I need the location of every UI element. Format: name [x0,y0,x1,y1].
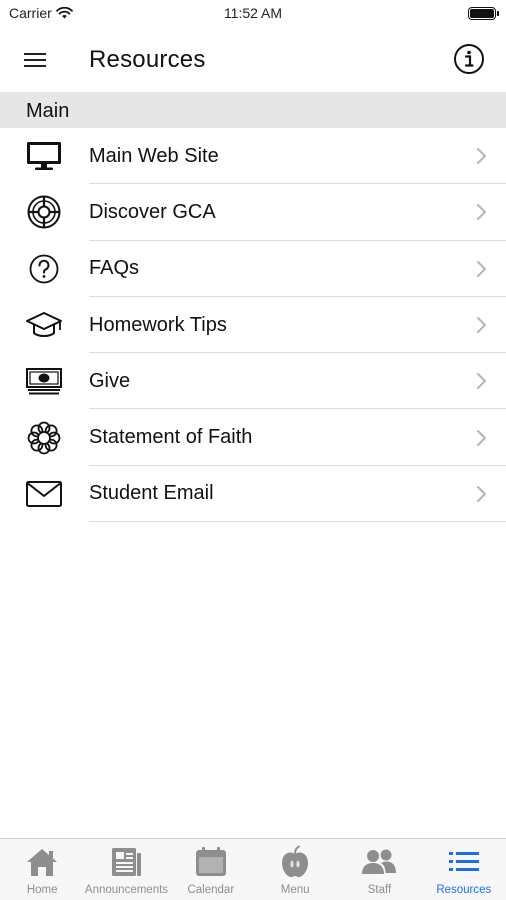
tab-label: Calendar [187,884,235,896]
section-title: Main [26,100,70,122]
monitor-icon [24,138,64,174]
list-item-label: Discover GCA [89,200,216,223]
row-divider [89,521,506,523]
tab-label: Resources [436,884,492,896]
chevron-right-icon [477,204,486,221]
apple-icon [277,845,313,879]
list-item-homework-tips[interactable]: Homework Tips [0,297,506,354]
list-item-give[interactable]: Give [0,353,506,410]
list-item-label: Give [89,369,131,392]
tab-label: Staff [367,884,392,896]
chevron-right-icon [477,317,486,334]
newspaper-icon [108,845,144,879]
list-item-label: Main Web Site [89,144,219,167]
chevron-right-icon [477,373,486,390]
tab-label: Announcements [84,884,169,896]
lifebuoy-icon [24,194,64,230]
tab-label: Home [26,884,58,896]
envelope-icon [24,476,64,512]
tab-resources[interactable]: Resources [422,839,506,900]
info-icon [454,44,484,74]
tab-home[interactable]: Home [0,839,84,900]
list-item-label: Homework Tips [89,313,227,336]
list-item-label: Student Email [89,482,214,505]
status-time: 11:52 AM [223,5,283,21]
people-icon [361,845,397,879]
list-item-label: FAQs [89,257,140,280]
chevron-right-icon [477,148,486,165]
list-item-statement-of-faith[interactable]: Statement of Faith [0,409,506,466]
tab-announcements[interactable]: Announcements [84,839,168,900]
home-icon [24,845,60,879]
tab-bar: Home Announcements Calendar Menu Staff R… [0,838,506,900]
question-circle-icon [24,251,64,287]
status-bar: Carrier 11:52 AM [0,0,506,28]
menu-button[interactable] [18,46,52,74]
list-item-label: Statement of Faith [89,426,253,449]
navigation-bar: Resources [0,28,506,92]
tab-label: Menu [280,884,310,896]
tab-calendar[interactable]: Calendar [169,839,253,900]
list-icon [446,845,482,879]
list-item-faqs[interactable]: FAQs [0,241,506,297]
battery-icon [468,7,499,20]
money-icon [24,363,64,399]
calendar-icon [193,845,229,879]
resource-list: Main Web Site Discover GCA FAQs Homework… [0,128,506,523]
flower-icon [24,420,64,456]
chevron-right-icon [477,260,486,277]
hamburger-menu-icon [24,53,46,67]
tab-menu[interactable]: Menu [253,839,337,900]
info-button[interactable] [452,42,486,76]
list-item-discover-gca[interactable]: Discover GCA [0,184,506,241]
section-header: Main [0,92,506,128]
chevron-right-icon [477,485,486,502]
list-item-main-web-site[interactable]: Main Web Site [0,128,506,185]
list-item-student-email[interactable]: Student Email [0,466,506,523]
tab-staff[interactable]: Staff [337,839,421,900]
graduation-cap-icon [24,307,64,343]
chevron-right-icon [477,429,486,446]
page-title: Resources [89,46,206,73]
